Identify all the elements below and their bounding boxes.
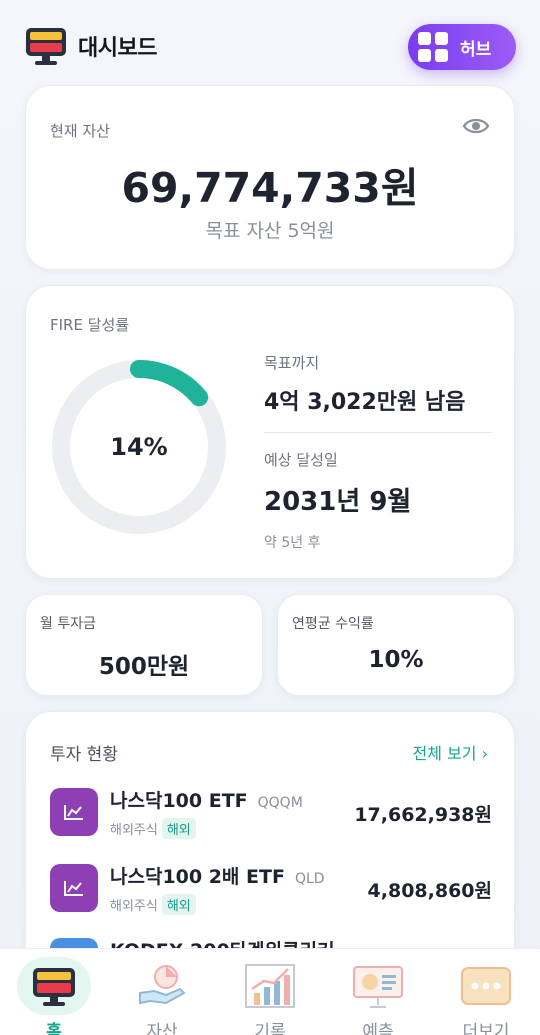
hand-coin-icon [132, 959, 192, 1013]
annual-return-label: 연평균 수익률 [292, 616, 374, 632]
eye-icon[interactable] [462, 116, 490, 136]
page-title: 대시보드 [78, 36, 157, 61]
investment-name: 나스닥100 2배 ETF QLD [110, 866, 325, 888]
current-asset-card: 현재 자산 69,774,733원 목표 자산 5억원 [25, 85, 515, 270]
annual-return-card: 연평균 수익률 10% [277, 594, 515, 696]
chart-icon [50, 864, 98, 912]
current-asset-value: 69,774,733원 [121, 164, 419, 212]
hub-label: 허브 [460, 39, 492, 60]
investment-amount: 4,808,860원 [367, 880, 492, 902]
nav-label: 기록 [254, 1022, 286, 1035]
bottom-nav: 홈 자산 기록 예측 더보기 [0, 948, 540, 1035]
monthly-investment-value: 500만원 [98, 654, 190, 680]
monthly-investment-label: 월 투자금 [40, 616, 96, 632]
divider [264, 432, 492, 433]
fire-progress-card: FIRE 달성률 14% 목표까지 4억 3,022만원 남음 예상 달성일 2… [25, 285, 515, 579]
fire-percent: 14% [110, 433, 168, 461]
investment-ticker: QLD [294, 871, 325, 887]
investment-name: 나스닥100 ETF QQQM [110, 790, 303, 812]
grid-icon [418, 32, 448, 62]
bar-chart-icon [240, 959, 300, 1013]
nav-item-home[interactable]: 홈 [0, 949, 108, 1035]
investment-category: 해외주식 해외 [110, 818, 196, 839]
nav-label: 더보기 [462, 1022, 510, 1035]
investment-ticker: QQQM [257, 795, 303, 811]
nav-label: 예측 [362, 1022, 394, 1035]
remaining-label: 목표까지 [264, 354, 320, 372]
target-date-label: 예상 달성일 [264, 451, 338, 469]
monthly-investment-card: 월 투자금 500만원 [25, 594, 263, 696]
goal-asset-text: 목표 자산 5억원 [205, 220, 335, 242]
nav-item-assets[interactable]: 자산 [108, 949, 216, 1035]
remaining-value: 4억 3,022만원 남음 [264, 390, 466, 415]
view-all-link[interactable]: 전체 보기 › [413, 740, 488, 764]
fire-label: FIRE 달성률 [50, 316, 130, 334]
chart-icon [50, 788, 98, 836]
nav-label: 자산 [146, 1022, 178, 1035]
monitor-icon [17, 957, 91, 1015]
target-date-note: 약 5년 후 [264, 535, 321, 551]
list-item[interactable]: 나스닥100 2배 ETF QLD 해외주식 해외 4,808,860원 [50, 864, 492, 924]
target-date-value: 2031년 9월 [264, 487, 412, 517]
nav-item-forecast[interactable]: 예측 [324, 949, 432, 1035]
monitor-logo-icon [26, 28, 66, 65]
list-item[interactable]: 나스닥100 ETF QQQM 해외주식 해외 17,662,938원 [50, 788, 492, 848]
investment-category: 해외주식 해외 [110, 894, 196, 915]
more-icon [456, 959, 516, 1013]
investment-amount: 17,662,938원 [354, 804, 492, 826]
hub-button[interactable]: 허브 [408, 24, 516, 70]
investment-status-title: 투자 현황 [50, 745, 118, 765]
header: 대시보드 허브 [0, 0, 540, 90]
region-badge: 해외 [161, 818, 196, 839]
region-badge: 해외 [161, 894, 196, 915]
annual-return-value: 10% [368, 647, 424, 673]
nav-label: 홈 [46, 1022, 62, 1035]
nav-item-more[interactable]: 더보기 [432, 949, 540, 1035]
presentation-icon [348, 959, 408, 1013]
current-asset-label: 현재 자산 [50, 122, 110, 140]
nav-item-records[interactable]: 기록 [216, 949, 324, 1035]
